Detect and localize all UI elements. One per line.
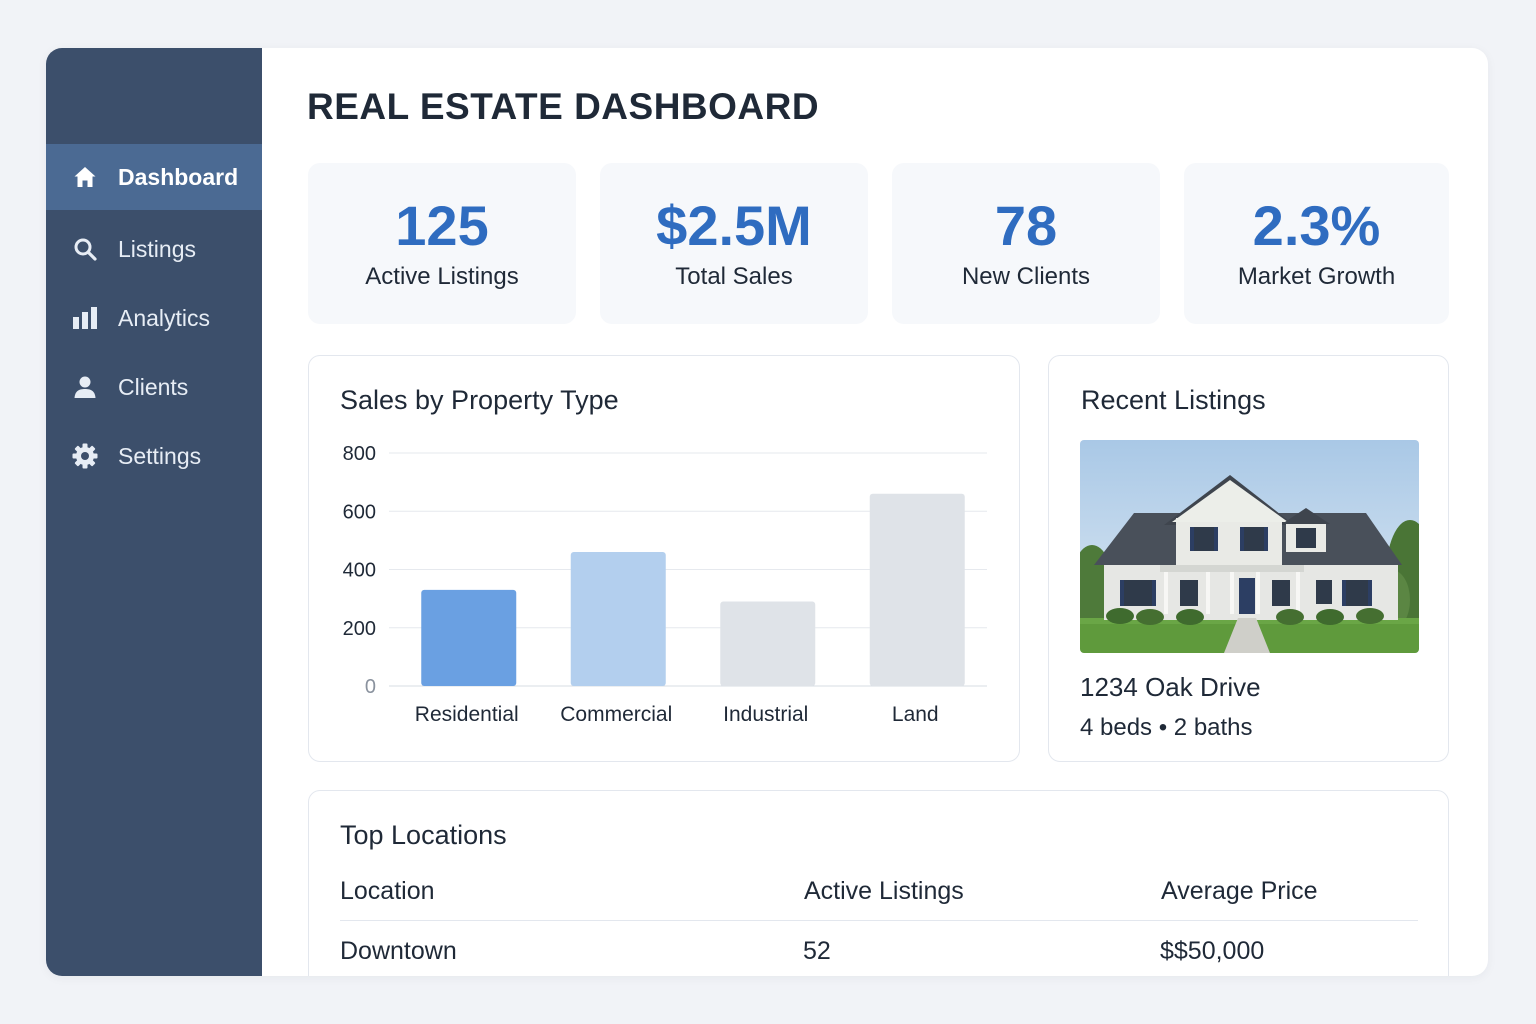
table-cell-average-price: $$50,000 [1160,937,1265,965]
card-title: Top Locations [340,820,507,850]
sidebar-item-listings[interactable]: Listings [46,216,262,282]
listing-address[interactable]: 1234 Oak Drive [1080,672,1261,703]
bar-industrial[interactable] [720,601,816,686]
kpi-card-active-listings: 125 Active Listings [308,163,576,324]
kpi-label: Total Sales [675,263,793,290]
kpi-card-new-clients: 78 New Clients [892,163,1160,324]
sidebar-item-settings[interactable]: Settings [46,423,262,489]
listing-specs: 4 beds • 2 baths [1080,714,1253,741]
x-tick-label: Industrial [723,703,808,726]
sidebar: Dashboard Listings Analytics Clients Set… [46,48,262,976]
kpi-label: New Clients [961,263,1091,290]
app-window: Dashboard Listings Analytics Clients Set… [46,48,1488,976]
gear-icon [72,443,98,469]
sidebar-item-label: Listings [118,235,196,262]
main-content: REAL ESTATE DASHBOARD 125 Active Listing… [262,48,1488,976]
kpi-card-total-sales: $2.5M Total Sales [600,163,868,324]
sidebar-item-analytics[interactable]: Analytics [46,285,262,351]
column-header-location[interactable]: Location [340,877,435,906]
column-header-active-listings[interactable]: Active Listings [804,877,964,906]
sidebar-item-clients[interactable]: Clients [46,354,262,420]
y-tick-label: 0 [365,676,376,698]
table-cell-active-listings: 52 [803,937,831,965]
bar-chart: 0 200 400 600 800 Residential Commercial Indust… [343,443,987,726]
bar-land[interactable] [869,493,965,686]
y-tick-label: 200 [343,618,376,640]
house-photo[interactable] [1080,440,1419,653]
bar-chart-icon [72,305,98,331]
sidebar-item-dashboard[interactable]: Dashboard [46,144,262,210]
kpi-value: 78 [994,194,1058,257]
sidebar-item-label: Clients [118,373,189,400]
recent-listings-card: Recent Listings 1234 Oak Drive 4 beds • … [1048,355,1449,762]
x-tick-label: Land [892,703,939,726]
y-tick-label: 600 [343,501,376,523]
bar-commercial[interactable] [570,552,666,686]
sales-chart-card: Sales by Property Type 0 200 400 600 800 Resi… [308,355,1020,762]
bar-residential[interactable] [421,589,517,686]
x-tick-label: Residential [415,703,519,726]
table-cell-location: Downtown [340,937,457,965]
kpi-label: Market Growth [1237,263,1396,290]
sidebar-item-label: Analytics [118,304,211,331]
card-title: Recent Listings [1081,385,1266,415]
table-divider [340,920,1418,921]
search-icon [72,236,98,262]
y-tick-label: 400 [343,560,376,582]
user-icon [72,374,98,400]
kpi-value: 125 [395,194,489,257]
column-header-average-price[interactable]: Average Price [1161,877,1318,906]
sidebar-item-label: Dashboard [118,163,239,190]
kpi-value: 2.3% [1252,194,1381,257]
kpi-label: Active Listings [365,263,519,290]
kpi-value: $2.5M [656,194,812,257]
y-tick-label: 800 [343,443,376,465]
x-tick-label: Commercial [560,703,672,726]
kpi-card-market-growth: 2.3% Market Growth [1184,163,1449,324]
top-locations-card: Top Locations Location Active Listings A… [308,790,1449,976]
sidebar-item-label: Settings [118,442,202,469]
home-icon [72,164,98,190]
page-title: REAL ESTATE DASHBOARD [307,86,820,127]
